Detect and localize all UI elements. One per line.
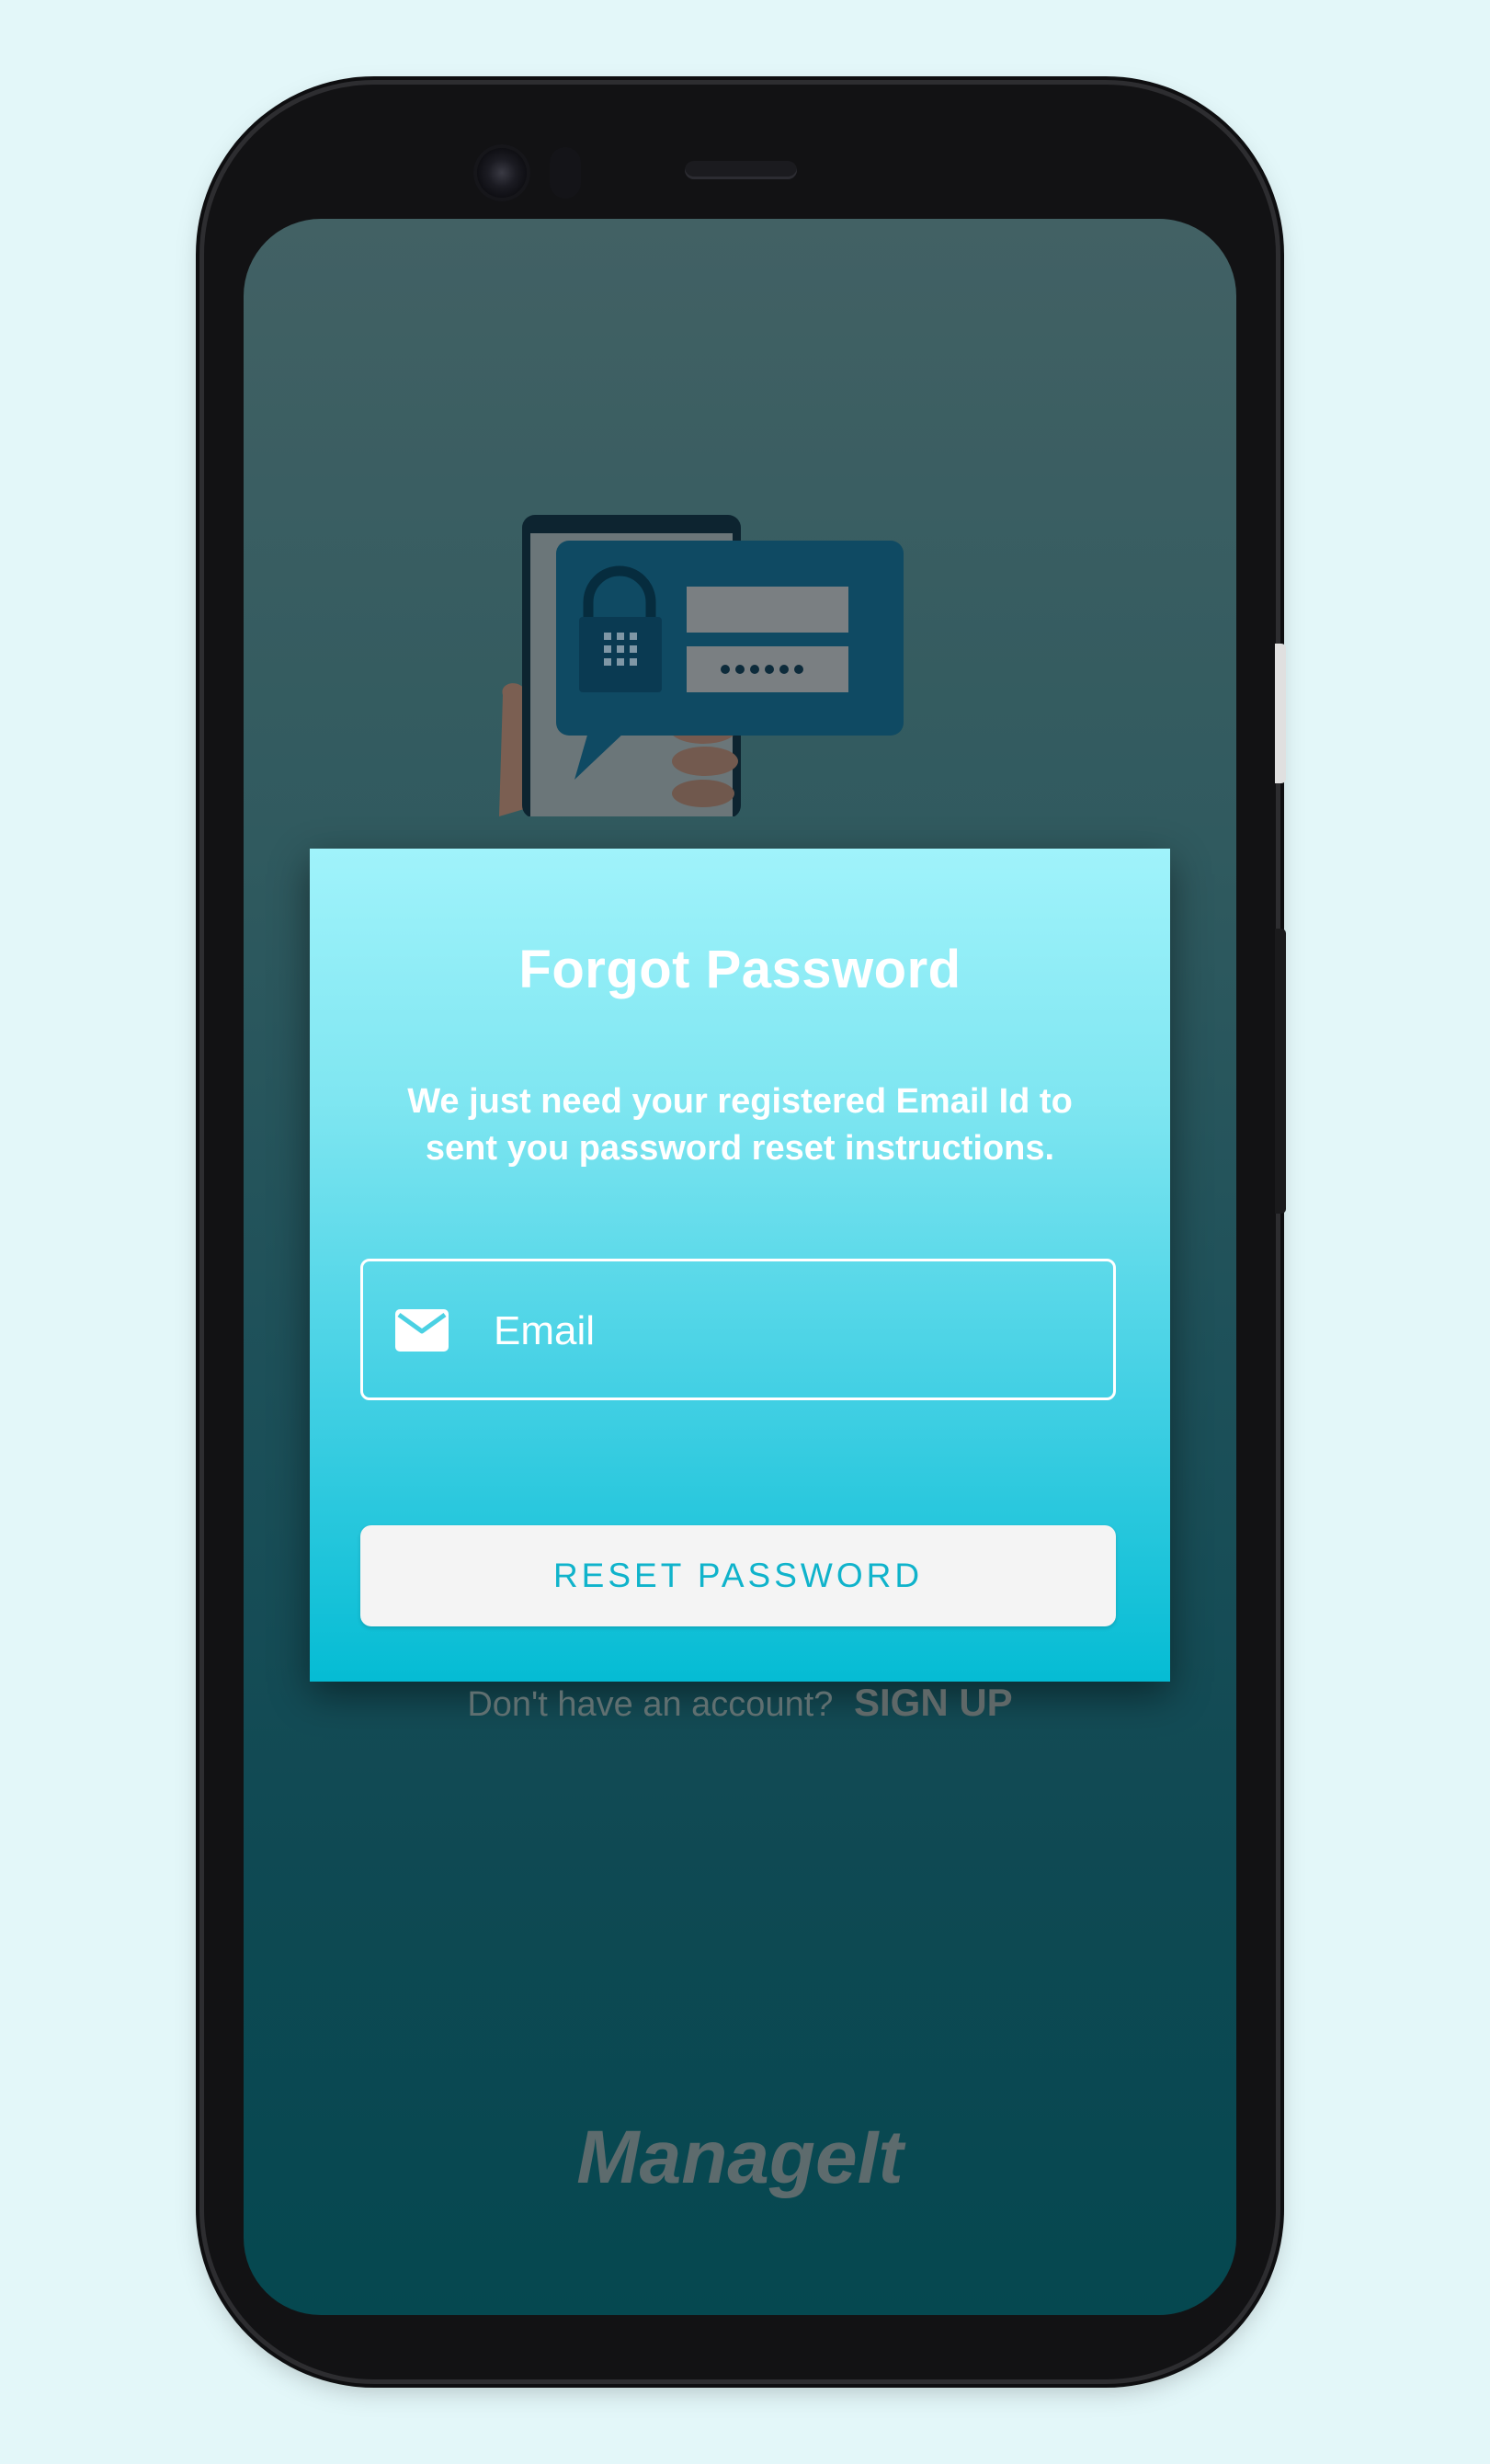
email-input[interactable] xyxy=(492,1298,1084,1364)
dialog-title: Forgot Password xyxy=(518,940,961,999)
dialog-description: We just need your registered Email Id to… xyxy=(407,1082,1073,1168)
front-camera xyxy=(473,144,530,201)
reset-password-button[interactable]: RESET PASSWORD xyxy=(360,1525,1116,1626)
signup-prompt: Don't have an account? xyxy=(467,1685,834,1724)
email-field[interactable] xyxy=(360,1259,1116,1400)
power-button xyxy=(1275,644,1286,783)
volume-button xyxy=(1275,929,1286,1214)
proximity-sensor xyxy=(550,147,581,199)
sign-up-link[interactable]: SIGN UP xyxy=(854,1681,1013,1724)
phone-lock-illustration xyxy=(499,515,904,816)
earpiece-speaker xyxy=(685,161,797,179)
brand-logo-text: ManageIt xyxy=(576,2116,904,2199)
forgot-password-dialog: Forgot Password We just need your regist… xyxy=(310,849,1170,1682)
app-screen: Forgot Password We just need your regist… xyxy=(244,219,1236,2315)
mail-icon xyxy=(395,1309,449,1352)
signup-row: Don't have an account? SIGN UP xyxy=(244,1681,1236,1725)
